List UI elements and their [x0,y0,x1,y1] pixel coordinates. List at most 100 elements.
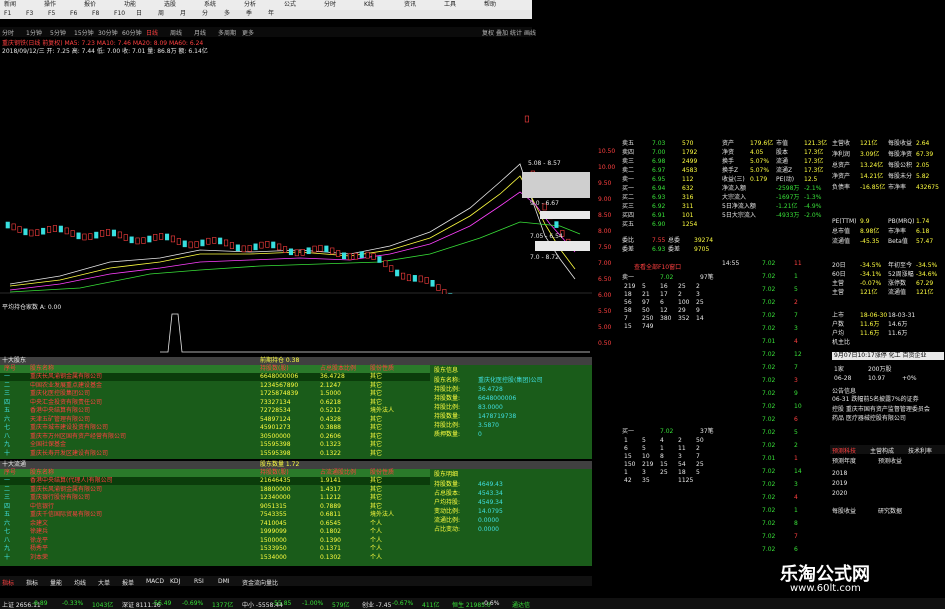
menu-item[interactable]: 功能 [124,1,136,9]
period-tab[interactable]: 日线 [146,28,158,37]
period-tab[interactable]: 多周期 [218,28,236,37]
menu-item[interactable]: 工具 [444,1,456,9]
table-row[interactable]: 二 中国农业发展重点建设基金 1234567890 2.1247 其它 [0,382,430,390]
table-row[interactable]: 十 刘本荣 1534000 0.1302 个人 [0,554,430,562]
table-row[interactable]: 七 重庆市城市建设投资有限公司 45901273 0.3888 其它 [0,424,430,432]
table-row[interactable]: 五 香港中央结算有限公司 72728534 0.5212 境外法人 [0,407,430,415]
column-header[interactable]: 股份性质 [370,365,394,373]
candlestick-chart[interactable] [0,54,592,294]
table-row[interactable]: 八 徐龙平 1500000 0.1390 个人 [0,537,430,545]
column-header[interactable]: 持股数(股) [260,365,289,373]
menu-item[interactable]: K线 [364,1,374,9]
table-row[interactable]: 七 徐建兵 1999099 0.1802 个人 [0,528,430,536]
table-row[interactable]: 九 全国社保基金 15595398 0.1323 其它 [0,441,430,449]
period-tab[interactable]: 30分钟 [98,28,118,37]
column-header[interactable]: 股东名称 [30,469,54,477]
toolbar-button[interactable]: 分 [202,10,208,18]
table-row[interactable]: 二 重庆长风渝钢金属有限公司 18800000 1.4317 其它 [0,486,430,494]
column-header[interactable]: 股东名称 [30,365,54,373]
candle [11,223,16,231]
table-row[interactable]: 一 香港中央结算(代理人)有限公司 21646435 1.9141 其它 [0,477,430,485]
period-tab[interactable]: 15分钟 [74,28,94,37]
indicator-tab[interactable]: 量比 [266,578,278,587]
toolbar-button[interactable]: 多 [224,10,230,18]
notice-bar[interactable]: 查看全部F10窗口 [620,263,720,272]
period-tab[interactable]: 分时 [2,28,14,37]
chart-tool-tab[interactable]: 叠加 [496,28,508,37]
chart-tool-tab[interactable]: 复权 [482,28,494,37]
period-tab[interactable]: 更多 [242,28,254,37]
menu-item[interactable]: 系统 [204,1,216,9]
menu-item[interactable]: 报价 [84,1,96,9]
column-header[interactable]: 序号 [4,469,16,477]
tab-business[interactable]: 主营构成 [870,446,894,455]
stat-cell: 每股公积 [888,162,913,169]
column-header[interactable]: 持股数(股) [260,469,289,477]
indicator-tab[interactable]: MACD [146,578,164,585]
indicator-tab[interactable]: DMI [218,578,230,585]
period-tab[interactable]: 5分钟 [50,28,66,37]
table-row[interactable]: 三 重庆银行股份有限公司 12340000 1.1212 其它 [0,494,430,502]
table-row[interactable]: 十 重庆长寿开发区建设有限公司 15595398 0.1322 其它 [0,450,430,458]
column-header[interactable]: 股份性质 [370,469,394,477]
toolbar-button[interactable]: F3 [26,10,33,18]
table-row[interactable]: 八 重庆市万州区国有资产经营有限公司 30500000 0.2606 其它 [0,433,430,441]
news-item[interactable]: 控股 重庆市国有资产监督管理委员会 [832,406,930,413]
news-item[interactable]: 药品 医疗器械控股有限公司 [832,415,906,422]
toolbar-button[interactable]: 年 [268,10,274,18]
indicator-tab[interactable]: 量能 [50,578,62,587]
menu-item[interactable]: 分时 [324,1,336,9]
period-tab[interactable]: 周线 [170,28,182,37]
table-row[interactable]: 九 杨秀平 1533950 0.1371 个人 [0,545,430,553]
menu-item[interactable]: 分析 [244,1,256,9]
chart-tool-tab[interactable]: 画线 [524,28,536,37]
tab-rate[interactable]: 技术利率 [908,446,932,455]
toolbar-button[interactable]: 季 [246,10,252,18]
toolbar-button[interactable]: F8 [92,10,99,18]
menu-item[interactable]: 操作 [44,1,56,9]
table-row[interactable]: 四 中央汇金投资有限责任公司 73327134 0.6218 其它 [0,399,430,407]
toolbar-button[interactable]: F10 [114,10,125,18]
column-header[interactable]: 占总股本比例 [320,365,356,373]
indicator-tab[interactable]: 指标 [26,578,38,587]
indicator-tab[interactable]: RSI [194,578,204,585]
toolbar-button[interactable]: 月 [180,10,186,18]
toolbar-button[interactable]: 日 [136,10,142,18]
indicator-tab[interactable]: 均线 [74,578,86,587]
menu-item[interactable]: 公式 [284,1,296,9]
table-row[interactable]: 六 天津五矿管理有限公司 54897124 0.4328 其它 [0,416,430,424]
tick-list[interactable]: 14:55 7.02 11 7.02 1 7.02 5 7.02 2 7.02 7 7.02 3 7.01… [722,260,825,590]
stat-cell: Beta值 [888,238,908,245]
period-tab[interactable]: 1分钟 [26,28,42,37]
indicator-tab[interactable]: 资金流向 [242,578,266,587]
stat-cell: 14.6万 [888,321,908,328]
indicator-tab[interactable]: 报单 [122,578,134,587]
period-tab[interactable]: 月线 [194,28,206,37]
notice-link[interactable]: 查看全部F10窗口 [634,264,681,271]
news-item[interactable]: 06-31 跌幅前5名披露7%的证券 [832,396,919,403]
table-row[interactable]: 三 重庆化医控股集团公司 1725874839 1.5000 其它 [0,390,430,398]
table-row[interactable]: 五 重庆千信国际贸易有限公司 7543355 0.6811 境外法人 [0,511,430,519]
column-header[interactable]: 占流通股比例 [320,469,356,477]
chart-tool-tab[interactable]: 统计 [510,28,522,37]
indicator-tab[interactable]: KDJ [170,578,180,585]
toolbar-button[interactable]: F6 [70,10,77,18]
indicator-tab-bar: 指标 指标 量能 均线 大单 报单 MACD KDJ RSI DMI 资金流向 量比 [0,576,592,587]
table-row[interactable]: 六 余建文 7410045 0.6545 个人 [0,520,430,528]
toolbar-button[interactable]: F5 [48,10,55,18]
menu-item[interactable]: 选股 [164,1,176,9]
menu-item[interactable]: 资讯 [404,1,416,9]
indicator-tab[interactable]: 大单 [98,578,110,587]
menu-item[interactable]: 新闻 [4,1,16,9]
tick-volume: 4 [794,494,798,501]
table-row[interactable]: 四 中信银行 9051315 0.7889 其它 [0,503,430,511]
indicator-tab[interactable]: 指标 [2,578,14,587]
menu-item[interactable]: 帮助 [484,1,496,9]
period-tab[interactable]: 60分钟 [122,28,142,37]
column-header[interactable]: 序号 [4,365,16,373]
queue-cell: 1 [624,437,628,444]
toolbar-button[interactable]: F1 [4,10,11,18]
tab-forecast[interactable]: 预测科技 [832,446,856,455]
table-row[interactable]: 一 重庆长风渝钢金属有限公司 6648000006 36.4728 其它 [0,373,430,381]
toolbar-button[interactable]: 周 [158,10,164,18]
